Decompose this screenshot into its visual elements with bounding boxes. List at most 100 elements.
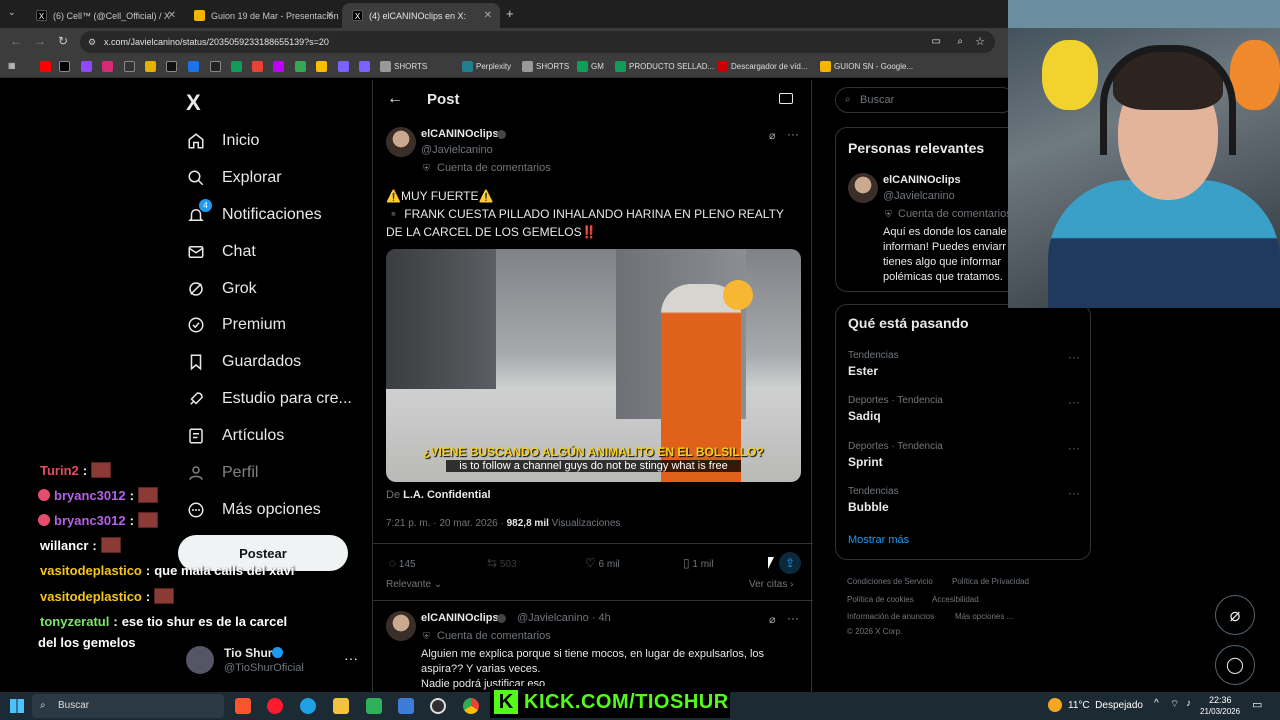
sort-dropdown[interactable]: Relevante ⌄ <box>386 579 442 590</box>
bookmark-descargador[interactable]: Descargador de víd... <box>717 61 807 72</box>
tab-cell[interactable]: X (6) Cell™ (@Cell_Official) / X ✕ <box>26 3 184 28</box>
quotes-link[interactable]: Ver citas › <box>749 579 793 590</box>
tiktok-icon[interactable] <box>166 61 177 72</box>
chevron-up-icon[interactable]: ^ <box>1154 698 1159 709</box>
back-icon[interactable]: ← <box>10 34 22 48</box>
more-dots-icon[interactable]: ··· <box>787 127 799 141</box>
edge-icon[interactable] <box>300 698 316 714</box>
footer-link[interactable]: Más opciones ... <box>955 612 1013 621</box>
bookmark-perplexity[interactable]: Perplexity <box>462 61 511 72</box>
youtube-icon[interactable] <box>40 61 51 72</box>
messages-button[interactable]: ◯ <box>1215 645 1255 685</box>
share-button[interactable]: ⇪ <box>779 552 801 574</box>
obs-icon[interactable] <box>430 698 446 714</box>
bookmark-e-icon[interactable] <box>210 61 221 72</box>
url-field[interactable]: ⚙ x.com/Javielcanino/status/203505923318… <box>80 31 995 53</box>
bookmark-guion[interactable]: GUION SN - Google... <box>820 61 913 72</box>
forward-icon[interactable]: → <box>34 34 46 48</box>
bookmark-shorts-2[interactable]: SHORTS <box>522 61 569 72</box>
bookmark-i-icon[interactable] <box>295 61 306 72</box>
nav-perfil[interactable]: Perfil <box>186 458 258 488</box>
footer-link[interactable]: Política de Privacidad <box>952 577 1029 586</box>
new-tab-button[interactable]: + <box>506 6 514 21</box>
more-dots-icon[interactable]: ··· <box>344 650 358 666</box>
folder-icon[interactable] <box>333 698 349 714</box>
x-logo[interactable]: X <box>186 90 201 116</box>
more-dots-icon[interactable]: ··· <box>1068 486 1080 500</box>
more-dots-icon[interactable]: ··· <box>1068 350 1080 364</box>
close-icon[interactable]: ✕ <box>484 10 492 21</box>
bookmark-k-icon[interactable] <box>338 61 349 72</box>
post-time[interactable]: 7:21 p. m. · 20 mar. 2026 · <box>386 518 504 529</box>
avatar[interactable] <box>386 611 416 641</box>
author-handle[interactable]: @Javielcanino · 4h <box>517 612 611 624</box>
bookmark-l-icon[interactable] <box>359 61 370 72</box>
chrome-icon[interactable] <box>463 698 479 714</box>
tab-elcanino[interactable]: X (4) elCANINOclips en X: ✕ <box>342 3 500 28</box>
bookmark-shorts-1[interactable]: SHORTS <box>380 61 427 72</box>
like-button[interactable]: ♡ 6 mil <box>585 556 620 570</box>
nav-chat[interactable]: Chat <box>186 237 256 267</box>
grok-icon[interactable]: ⌀ <box>769 613 776 626</box>
trend-item[interactable]: Deportes · Tendencia Sadiq ··· <box>848 395 1080 423</box>
weather-text[interactable]: 11°C Despejado <box>1068 700 1143 711</box>
trend-item[interactable]: Deportes · Tendencia Sprint ··· <box>848 441 1080 469</box>
grok-button[interactable]: ⌀ <box>1215 595 1255 635</box>
volume-icon[interactable]: ♪ <box>1186 698 1191 709</box>
footer-link[interactable]: Política de cookies <box>847 595 914 604</box>
repost-button[interactable]: ⇆ 503 <box>487 556 517 570</box>
nav-premium[interactable]: Premium <box>186 310 286 340</box>
bookmark-h-icon[interactable] <box>273 61 284 72</box>
trend-item[interactable]: Tendencias Bubble ··· <box>848 486 1080 514</box>
apps-icon[interactable]: ▦ <box>8 61 16 70</box>
nav-notificaciones[interactable]: 4 Notificaciones <box>186 199 322 230</box>
clock-date[interactable]: 21/03/2026 <box>1200 707 1240 716</box>
author-name[interactable]: elCANINOclips <box>421 612 499 624</box>
close-icon[interactable]: ✕ <box>326 10 334 21</box>
reply-post[interactable]: elCANINOclips @Javielcanino · 4h ⌀ ··· ⛨… <box>373 600 813 692</box>
zoom-icon[interactable]: ⌕ <box>957 31 963 53</box>
bookmark-button[interactable]: ▯ 1 mil <box>683 556 714 570</box>
account-switcher[interactable]: Tio Shur @TioShurOficial ··· <box>186 644 366 678</box>
bookmark-producto[interactable]: PRODUCTO SELLAD... <box>615 61 714 72</box>
author-handle[interactable]: @Javielcanino <box>883 190 955 202</box>
reply-button[interactable]: ◌ 145 <box>389 556 416 570</box>
trend-item[interactable]: Tendencias Ester ··· <box>848 350 1080 378</box>
more-dots-icon[interactable]: ··· <box>787 611 799 625</box>
download-icon[interactable] <box>124 61 135 72</box>
app-blue-icon[interactable] <box>398 698 414 714</box>
wifi-icon[interactable]: ⌔ <box>1170 698 1179 711</box>
more-dots-icon[interactable]: ··· <box>1068 441 1080 455</box>
avatar[interactable] <box>848 173 878 203</box>
reader-icon[interactable] <box>779 93 793 104</box>
reload-icon[interactable]: ↻ <box>58 34 68 48</box>
source-link[interactable]: L.A. Confidential <box>403 489 490 501</box>
show-more-link[interactable]: Mostrar más <box>848 534 909 546</box>
bookmark-j-icon[interactable] <box>316 61 327 72</box>
bookmark-d-icon[interactable] <box>188 61 199 72</box>
clock-time[interactable]: 22:36 <box>1209 695 1232 705</box>
more-dots-icon[interactable]: ··· <box>1068 395 1080 409</box>
app-green-icon[interactable] <box>366 698 382 714</box>
footer-link[interactable]: Información de anuncios <box>847 612 934 621</box>
opera-icon[interactable] <box>267 698 283 714</box>
author-name[interactable]: elCANINOclips <box>883 174 961 186</box>
bookmark-g-icon[interactable] <box>252 61 263 72</box>
nav-inicio[interactable]: Inicio <box>186 126 259 156</box>
post-video[interactable]: ¿VIENE BUSCANDO ALGÚN ANIMALITO EN EL BO… <box>386 249 801 482</box>
tab-guion[interactable]: Guion 19 de Mar - Presentación ✕ <box>184 3 342 28</box>
nav-grok[interactable]: Grok <box>186 274 257 304</box>
grok-icon[interactable]: ⌀ <box>769 129 776 142</box>
nav-explorar[interactable]: Explorar <box>186 163 282 193</box>
author-handle[interactable]: @Javielcanino <box>421 144 493 156</box>
nav-guardados[interactable]: Guardados <box>186 347 301 377</box>
star-icon[interactable]: ☆ <box>975 31 985 53</box>
instagram-icon[interactable] <box>102 61 113 72</box>
bookmark-c-icon[interactable] <box>145 61 156 72</box>
tab-search-icon[interactable]: ⌄ <box>8 7 16 18</box>
site-info-icon[interactable]: ⚙ <box>88 31 96 53</box>
nav-estudio[interactable]: Estudio para cre... <box>186 384 352 414</box>
nav-articulos[interactable]: Artículos <box>186 421 284 451</box>
search-input[interactable]: ⌕ Buscar <box>835 87 1015 113</box>
close-icon[interactable]: ✕ <box>168 10 176 21</box>
